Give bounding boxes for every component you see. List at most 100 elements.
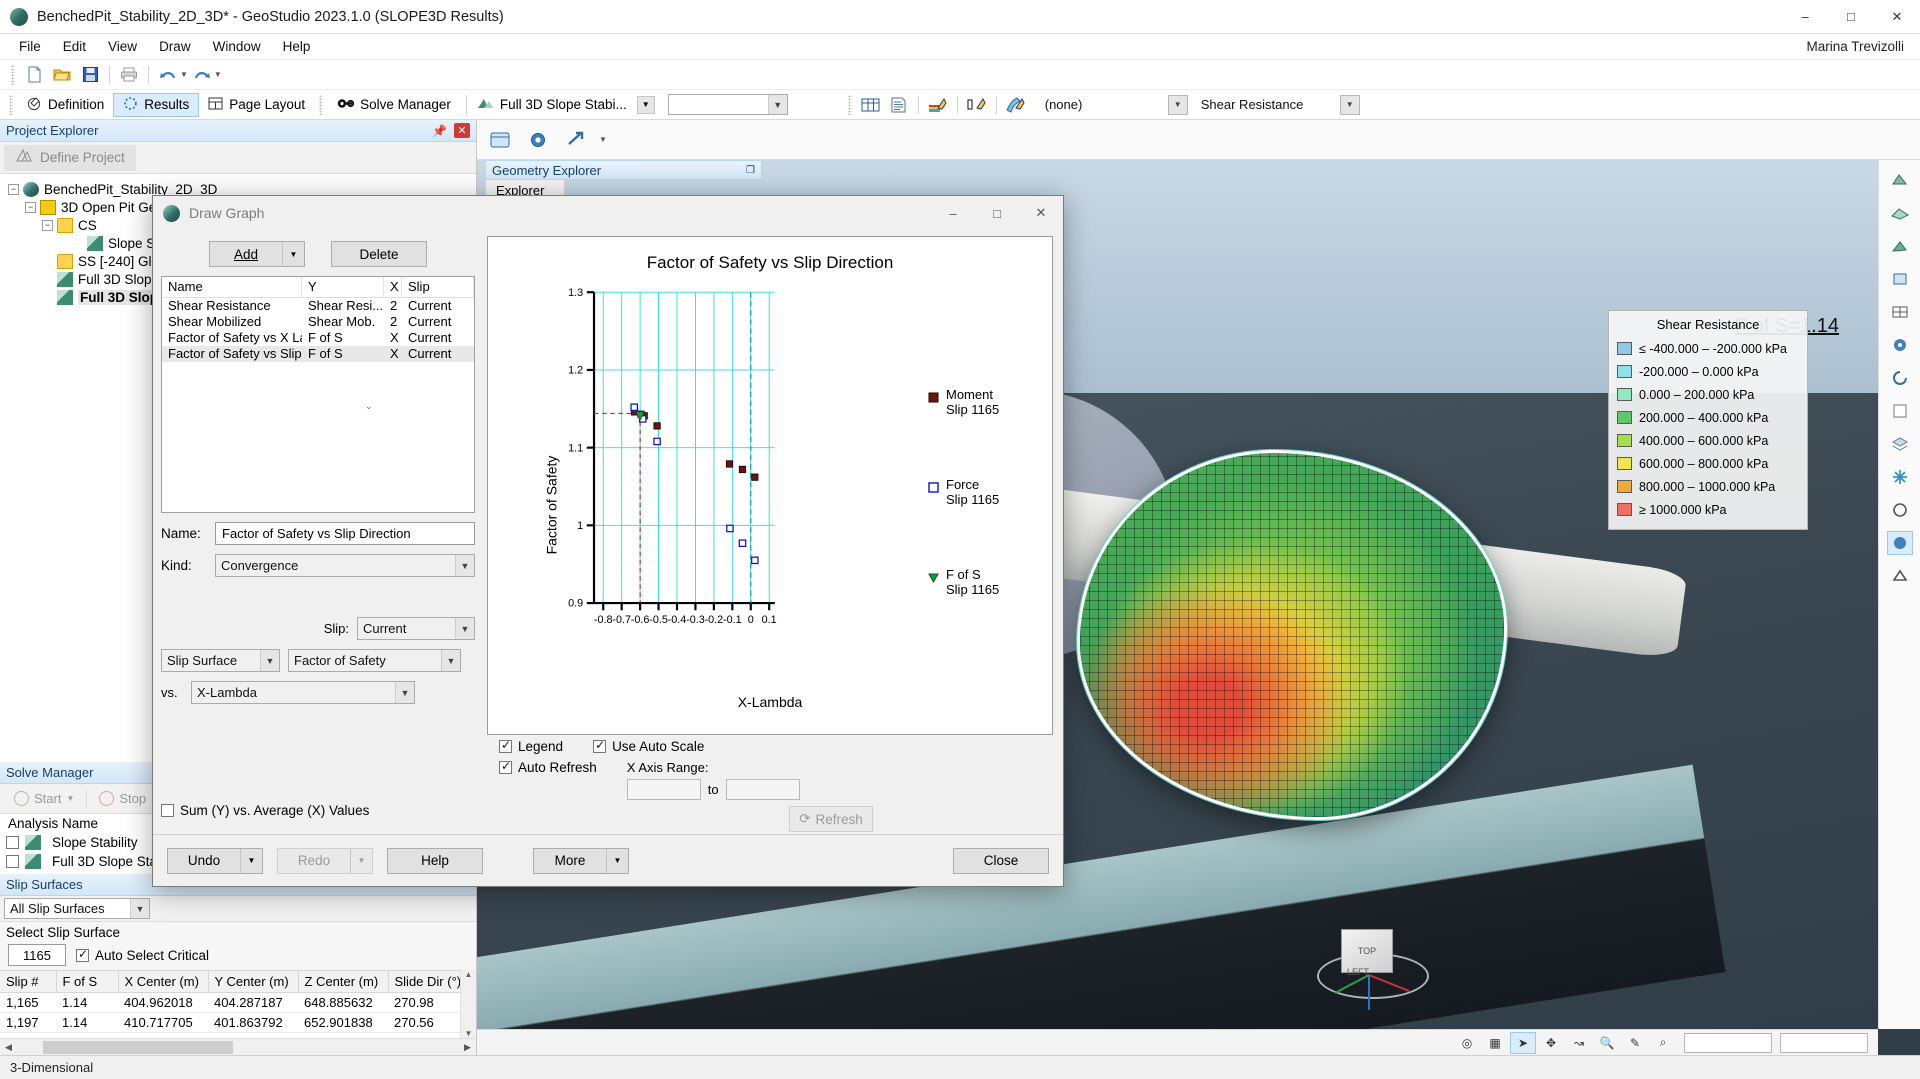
close-icon[interactable]: ✕ [454, 123, 470, 138]
menu-edit[interactable]: Edit [52, 36, 97, 57]
undo-dropdown-icon[interactable]: ▼ [180, 70, 188, 79]
auto-select-critical-row[interactable]: Auto Select Critical [76, 948, 209, 963]
hscroll-thumb[interactable] [43, 1041, 233, 1054]
contour-none-chevron-down-icon[interactable]: ▼ [1168, 95, 1188, 115]
slip-id-input[interactable]: 1165 [8, 944, 66, 966]
isolines-icon[interactable] [1002, 93, 1030, 117]
spiral-icon[interactable] [1887, 366, 1913, 390]
expander-icon[interactable]: − [25, 202, 36, 213]
close-button[interactable]: ✕ [1874, 0, 1920, 34]
kind-combo[interactable]: Convergence ▼ [215, 554, 475, 577]
col-xcenter[interactable]: X Center (m) [118, 971, 208, 993]
table-row[interactable]: 1,165 1.14 404.962018 404.287187 648.885… [0, 993, 476, 1013]
close-dialog-button[interactable]: Close [953, 848, 1049, 874]
tabstrip-grip[interactable] [9, 95, 13, 115]
draw-slice-icon[interactable] [1887, 267, 1913, 291]
redo-chevron-down-icon[interactable]: ▼ [350, 849, 372, 873]
refresh-button[interactable]: ⟳ Refresh [789, 806, 873, 832]
col-name[interactable]: Name [162, 277, 302, 297]
menu-view[interactable]: View [97, 36, 148, 57]
shape-icon[interactable] [1887, 564, 1913, 588]
more-button[interactable]: More ▼ [533, 848, 629, 874]
select-arrow-icon[interactable]: ➤ [1510, 1032, 1536, 1054]
redo-dropdown-icon[interactable]: ▼ [214, 70, 222, 79]
auto-refresh-checkbox[interactable] [499, 761, 512, 774]
tab-definition[interactable]: Definition [18, 93, 113, 117]
help-button[interactable]: Help [387, 848, 483, 874]
auto-select-checkbox[interactable] [76, 949, 89, 962]
add-dropdown-chevron-down-icon[interactable]: ▼ [282, 242, 304, 266]
grid-horizontal-scrollbar[interactable]: ◀ ▶ [0, 1038, 476, 1055]
save-file-icon[interactable] [76, 63, 104, 87]
print-icon[interactable] [115, 63, 143, 87]
expander-icon[interactable]: − [42, 220, 53, 231]
col-slip-num[interactable]: Slip # [0, 971, 56, 993]
pan-icon[interactable]: ✥ [1538, 1032, 1564, 1054]
arrow-tool-icon[interactable] [561, 126, 591, 154]
contour-fill-icon[interactable] [924, 93, 952, 117]
col-zcenter[interactable]: Z Center (m) [298, 971, 388, 993]
legend-option[interactable]: Legend [499, 739, 563, 754]
graph-canvas[interactable]: Factor of Safety vs Slip Direction 0.911… [487, 236, 1053, 735]
graph-list[interactable]: Name Y X Slip ⌄ Shear Resistance Shear R… [161, 276, 475, 513]
col-x[interactable]: X [384, 277, 402, 297]
analysis-secondary-combo[interactable]: ▼ [668, 94, 788, 115]
restore-icon[interactable]: ❐ [746, 165, 755, 176]
chevron-down-icon[interactable]: ▼ [130, 899, 149, 918]
list-item[interactable]: Factor of Safety vs Slip Dir... F of S X… [162, 346, 474, 362]
list-item[interactable]: Factor of Safety vs X Lam... F of S X Cu… [162, 330, 474, 346]
expander-icon[interactable]: − [8, 184, 19, 195]
menu-draw[interactable]: Draw [148, 36, 202, 57]
legend-checkbox[interactable] [499, 740, 512, 753]
parameter-combo[interactable]: Factor of Safety ▼ [288, 649, 461, 672]
sum-avg-row[interactable]: Sum (Y) vs. Average (X) Values [161, 803, 475, 818]
col-fos[interactable]: F of S [56, 971, 118, 993]
color-palette-icon[interactable] [1887, 333, 1913, 357]
open-file-icon[interactable] [48, 63, 76, 87]
settings-gear-icon[interactable] [523, 126, 553, 154]
list-item[interactable]: Shear Mobilized Shear Mob. 2 Current [162, 314, 474, 330]
chevron-down-icon[interactable]: ▼ [441, 650, 460, 671]
minimize-button[interactable]: – [1782, 0, 1828, 34]
measure-icon[interactable]: ✎ [1622, 1032, 1648, 1054]
undo-chevron-down-icon[interactable]: ▼ [240, 849, 262, 873]
draw-line-icon[interactable] [1887, 234, 1913, 258]
graph-name-input[interactable]: Factor of Safety vs Slip Direction [215, 522, 475, 545]
orientation-cube[interactable]: TOP LEFT [1317, 905, 1437, 1015]
maximize-button[interactable]: □ [1828, 0, 1874, 34]
stop-button[interactable]: Stop [91, 787, 154, 810]
target-icon[interactable]: ◎ [1454, 1032, 1480, 1054]
redo-icon[interactable] [188, 63, 216, 87]
tab-page-layout[interactable]: Page Layout [199, 93, 314, 117]
menu-window[interactable]: Window [202, 36, 272, 57]
shear-resistance-chevron-down-icon[interactable]: ▼ [1340, 95, 1360, 115]
chevron-down-icon[interactable]: ▼ [637, 96, 655, 114]
zoom-icon[interactable]: 🔍 [1594, 1032, 1620, 1054]
col-y[interactable]: Y [302, 277, 384, 297]
tab-results[interactable]: Results [113, 93, 199, 117]
chevron-down-icon[interactable]: ▼ [455, 618, 474, 639]
contour-none-combo[interactable]: (none) [1040, 94, 1168, 115]
vs-combo[interactable]: X-Lambda ▼ [191, 681, 415, 704]
star-snowflake-icon[interactable] [1887, 465, 1913, 489]
sum-avg-checkbox[interactable] [161, 804, 174, 817]
scroll-left-icon[interactable]: ◀ [0, 1042, 17, 1053]
chevron-down-icon[interactable]: ▼ [768, 95, 787, 114]
scroll-up-icon[interactable]: ▲ [465, 970, 473, 979]
tab-solve-manager[interactable]: Solve Manager [328, 93, 460, 117]
scroll-down-icon[interactable]: ▼ [465, 1029, 473, 1038]
chevron-down-icon[interactable]: ▼ [395, 682, 414, 703]
new-file-icon[interactable] [20, 63, 48, 87]
circle-outline-icon[interactable] [1887, 498, 1913, 522]
draw-region-icon[interactable] [1887, 168, 1913, 192]
col-ycenter[interactable]: Y Center (m) [208, 971, 298, 993]
draw-surface-icon[interactable] [1887, 201, 1913, 225]
orbit-icon[interactable]: ↝ [1566, 1032, 1592, 1054]
dialog-maximize-button[interactable]: □ [975, 196, 1019, 230]
layers-icon[interactable] [1887, 432, 1913, 456]
pin-icon[interactable]: 📌 [432, 124, 447, 138]
x-axis-to-input[interactable] [726, 779, 800, 800]
analysis-selector[interactable]: Full 3D Slope Stabi... ▼ [473, 93, 664, 117]
delete-graph-button[interactable]: Delete [331, 241, 427, 267]
contour-line-icon[interactable] [963, 93, 991, 117]
